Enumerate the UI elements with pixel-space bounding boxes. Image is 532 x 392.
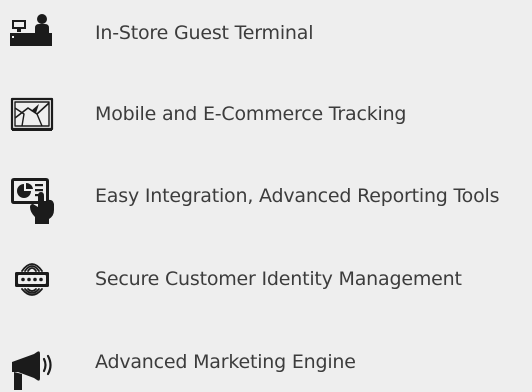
feature-item-secure-identity: Secure Customer Identity Management [0, 249, 532, 309]
feature-label: Mobile and E-Commerce Tracking [95, 103, 407, 125]
feature-list: In-Store Guest Terminal Mobile and E-Com… [0, 0, 532, 392]
feature-item-guest-terminal: In-Store Guest Terminal [0, 3, 532, 63]
reporting-touch-icon [8, 166, 60, 226]
map-tracking-icon [8, 84, 60, 144]
feature-item-marketing-engine: Advanced Marketing Engine [0, 332, 532, 392]
megaphone-icon [8, 332, 60, 392]
secure-identity-icon [8, 249, 60, 309]
feature-label: Easy Integration, Advanced Reporting Too… [95, 185, 500, 207]
feature-item-reporting-tools: Easy Integration, Advanced Reporting Too… [0, 166, 532, 226]
guest-terminal-icon [8, 3, 60, 63]
feature-item-ecommerce-tracking: Mobile and E-Commerce Tracking [0, 84, 532, 144]
feature-label: Secure Customer Identity Management [95, 268, 462, 290]
feature-label: In-Store Guest Terminal [95, 22, 314, 44]
feature-label: Advanced Marketing Engine [95, 351, 356, 373]
